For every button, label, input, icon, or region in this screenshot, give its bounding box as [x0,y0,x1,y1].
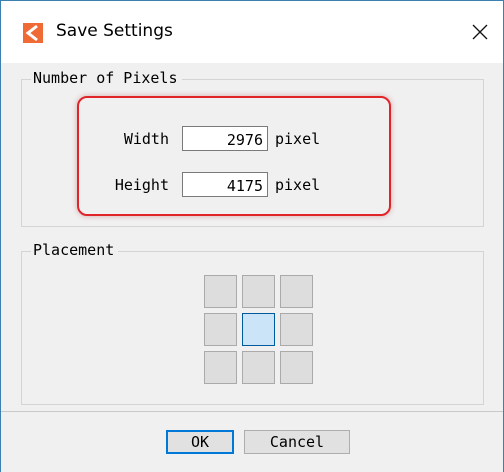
placement-cell-bottom-center[interactable] [242,351,275,384]
placement-cell-middle-left[interactable] [204,313,237,346]
placement-cell-top-right[interactable] [280,275,313,308]
placement-cell-bottom-left[interactable] [204,351,237,384]
height-input[interactable] [182,172,268,197]
placement-cell-bottom-right[interactable] [280,351,313,384]
highlight-annotation [77,96,391,216]
placement-legend: Placement [31,241,119,259]
width-label: Width [123,130,169,148]
button-bar: OK Cancel [1,411,503,472]
cancel-button[interactable]: Cancel [244,430,350,454]
width-input[interactable] [182,126,268,151]
app-logo-icon [23,23,43,43]
placement-cell-top-center[interactable] [242,275,275,308]
ok-button[interactable]: OK [166,430,234,454]
number-of-pixels-legend: Number of Pixels [31,69,182,87]
placement-cell-middle-center[interactable] [242,313,275,346]
dialog-title: Save Settings [56,21,173,41]
height-unit: pixel [275,176,321,194]
close-button[interactable] [457,9,503,55]
width-unit: pixel [275,130,321,148]
title-bar[interactable]: Save Settings [1,1,503,63]
save-settings-dialog: Save Settings Number of Pixels Width pix… [0,0,504,472]
dialog-body: Number of Pixels Width pixel Height pixe… [1,63,503,409]
close-icon [472,24,488,40]
placement-cell-middle-right[interactable] [280,313,313,346]
height-label: Height [114,176,169,194]
placement-cell-top-left[interactable] [204,275,237,308]
